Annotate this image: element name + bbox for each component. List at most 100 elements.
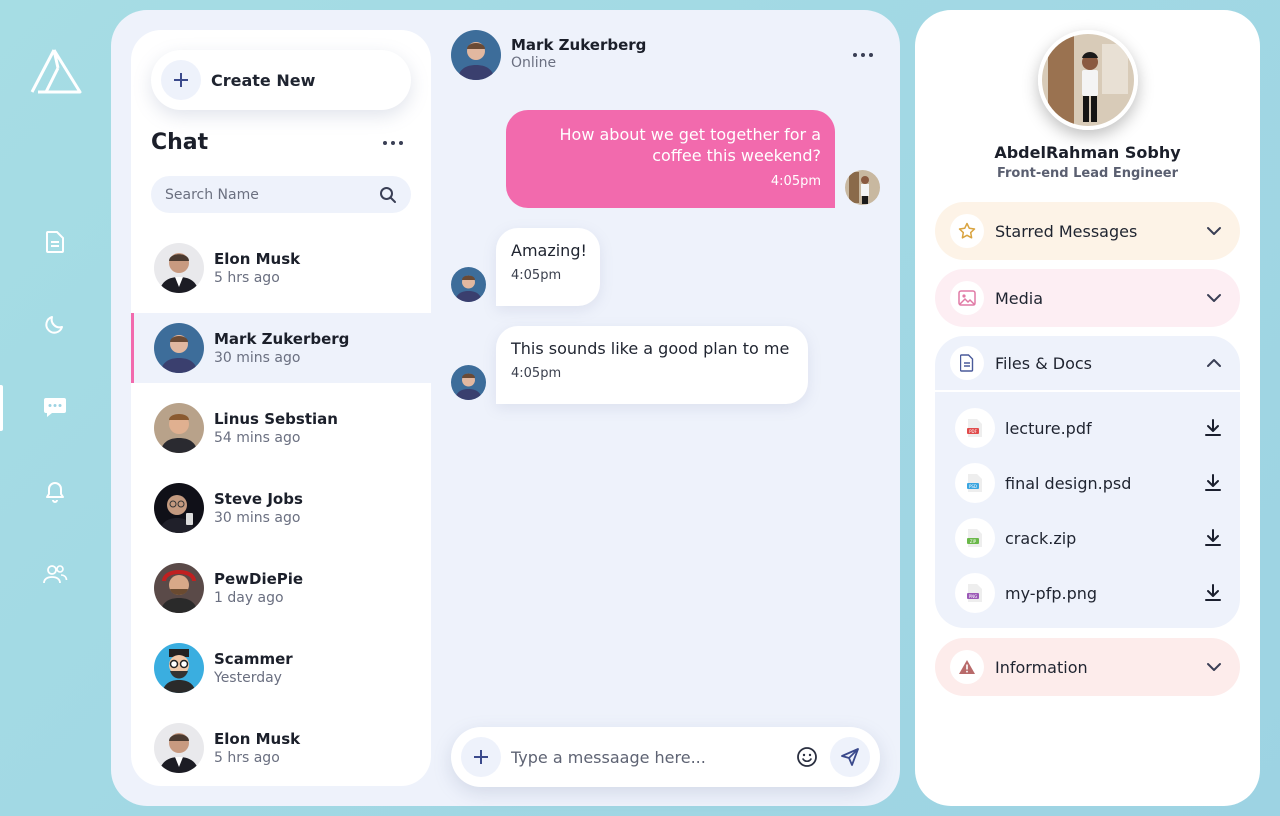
incoming-message: This sounds like a good plan to me 4:05p… [496, 326, 808, 404]
information-section[interactable]: Information [935, 638, 1240, 696]
media-section[interactable]: Media [935, 269, 1240, 327]
file-name: lecture.pdf [1005, 418, 1092, 438]
create-new-label: Create New [211, 70, 316, 90]
contact-item[interactable]: Scammer Yesterday [131, 633, 431, 703]
star-icon [950, 214, 984, 248]
chat-icon[interactable] [40, 393, 70, 423]
pdf-file-icon: PDF [955, 408, 995, 448]
file-name: final design.psd [1005, 473, 1132, 493]
search-icon[interactable] [379, 186, 397, 204]
attach-plus-icon[interactable] [461, 737, 501, 777]
incoming-message: Amazing! 4:05pm [496, 228, 600, 306]
message-text: How about we get together for a coffee t… [559, 125, 822, 165]
avatar [154, 403, 204, 453]
file-item: PDF lecture.pdf [955, 408, 1225, 448]
message-time: 4:05pm [770, 174, 821, 189]
chevron-up-icon [1207, 359, 1221, 367]
file-item: ZIP crack.zip [955, 518, 1225, 558]
contact-name: PewDiePie [214, 569, 304, 588]
information-label: Information [995, 657, 1088, 677]
avatar [154, 563, 204, 613]
file-name: crack.zip [1005, 528, 1077, 548]
conversation-avatar[interactable] [451, 30, 501, 80]
svg-text:PSD: PSD [969, 484, 977, 489]
chevron-down-icon [1207, 663, 1221, 671]
conversation-status: Online [511, 55, 557, 71]
message-composer [451, 727, 880, 787]
media-label: Media [995, 288, 1044, 308]
document-icon[interactable] [40, 227, 70, 257]
contact-name: Linus Sebstian [214, 409, 338, 428]
download-icon[interactable] [1201, 581, 1225, 605]
contact-item[interactable]: Linus Sebstian 54 mins ago [131, 393, 431, 463]
profile-avatar[interactable] [1038, 30, 1138, 130]
svg-text:PNG: PNG [969, 594, 978, 599]
contact-time: 54 mins ago [214, 429, 301, 446]
contact-item[interactable]: PewDiePie 1 day ago [131, 553, 431, 623]
message-input[interactable] [511, 747, 796, 767]
file-icon [950, 346, 984, 380]
avatar [154, 323, 204, 373]
contact-name: Elon Musk [214, 249, 301, 268]
starred-messages-section[interactable]: Starred Messages [935, 202, 1240, 260]
emoji-icon[interactable] [796, 746, 818, 768]
warning-icon [950, 650, 984, 684]
zip-file-icon: ZIP [955, 518, 995, 558]
conversation-name: Mark Zukerberg [511, 36, 647, 54]
send-button[interactable] [830, 737, 870, 777]
contact-name: Elon Musk [214, 729, 301, 748]
contact-name: Scammer [214, 649, 293, 668]
avatar [154, 483, 204, 533]
contact-time: 30 mins ago [214, 509, 301, 526]
outgoing-message: How about we get together for a coffee t… [506, 110, 835, 208]
file-name: my-pfp.png [1005, 583, 1098, 603]
chat-list-more-icon[interactable] [383, 138, 403, 148]
plus-icon [161, 60, 201, 100]
chevron-down-icon [1207, 294, 1221, 302]
message-text: This sounds like a good plan to me [511, 339, 790, 358]
svg-text:ZIP: ZIP [970, 539, 977, 544]
profile-name: AbdelRahman Sobhy [994, 143, 1181, 162]
chat-title: Chat [151, 130, 209, 155]
contact-item[interactable]: Elon Musk 5 hrs ago [131, 713, 431, 783]
image-icon [950, 281, 984, 315]
message-time: 4:05pm [511, 366, 562, 381]
contact-name: Mark Zukerberg [214, 329, 350, 348]
download-icon[interactable] [1201, 471, 1225, 495]
moon-icon[interactable] [40, 309, 70, 339]
svg-text:PDF: PDF [969, 429, 977, 434]
avatar [154, 243, 204, 293]
search-box [151, 176, 411, 213]
users-icon[interactable] [40, 559, 70, 589]
file-item: PSD final design.psd [955, 463, 1225, 503]
contact-item[interactable]: Steve Jobs 30 mins ago [131, 473, 431, 543]
file-item: PNG my-pfp.png [955, 573, 1225, 613]
create-new-button[interactable]: Create New [151, 50, 411, 110]
avatar [154, 643, 204, 693]
contact-avatar [451, 267, 486, 302]
message-text: Amazing! [511, 241, 587, 260]
search-input[interactable] [165, 186, 379, 203]
contact-name: Steve Jobs [214, 489, 303, 508]
send-icon [841, 748, 859, 766]
psd-file-icon: PSD [955, 463, 995, 503]
download-icon[interactable] [1201, 526, 1225, 550]
starred-label: Starred Messages [995, 221, 1138, 241]
contact-item[interactable]: Elon Musk 5 hrs ago [131, 233, 431, 303]
bell-icon[interactable] [40, 477, 70, 507]
files-docs-section: Files & Docs PDF lecture.pdf PSD final d… [935, 336, 1240, 628]
contact-time: Yesterday [214, 669, 282, 686]
files-docs-header[interactable]: Files & Docs [935, 336, 1240, 392]
my-avatar [845, 170, 880, 205]
triangle-logo-icon[interactable] [28, 44, 84, 96]
contact-time: 5 hrs ago [214, 749, 280, 766]
contact-avatar [451, 365, 486, 400]
message-time: 4:05pm [511, 268, 562, 283]
files-docs-label: Files & Docs [995, 353, 1092, 373]
conversation-more-icon[interactable] [853, 50, 873, 60]
contact-item-active[interactable]: Mark Zukerberg 30 mins ago [131, 313, 431, 383]
contact-time: 5 hrs ago [214, 269, 280, 286]
png-file-icon: PNG [955, 573, 995, 613]
avatar [154, 723, 204, 773]
download-icon[interactable] [1201, 416, 1225, 440]
